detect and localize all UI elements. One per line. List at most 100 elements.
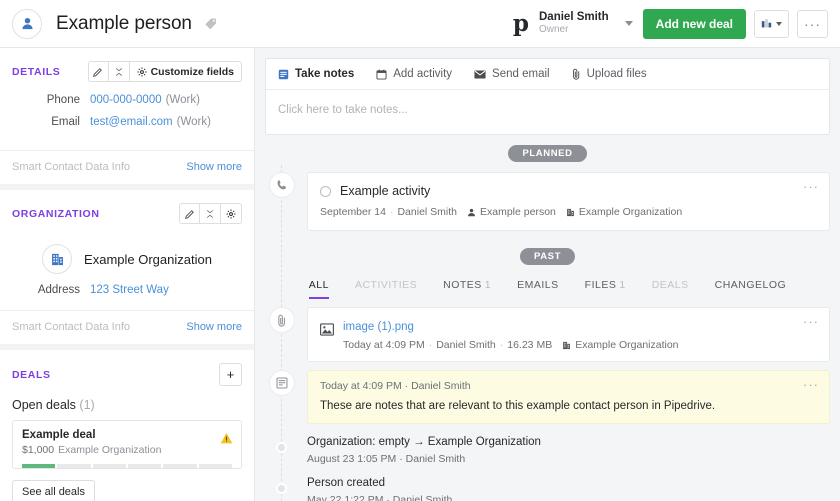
activity-meta: September 14 · Daniel Smith Example pers… — [320, 206, 817, 218]
details-panel-actions: Customize fields — [87, 61, 242, 82]
tab-send-email[interactable]: Send email — [474, 68, 550, 80]
tab-upload-files[interactable]: Upload files — [572, 68, 647, 80]
deal-subtitle: $1,000 Example Organization — [22, 444, 232, 456]
activity-date: September 14 — [320, 206, 386, 218]
edit-organization-button[interactable] — [179, 203, 200, 224]
organization-body: Example Organization Address 123 Street … — [0, 234, 254, 310]
changelog-event-organization: Organization: empty → Example Organizati… — [265, 436, 830, 465]
tab-emails[interactable]: EMAILS — [517, 279, 559, 299]
activity-person-chip[interactable]: Example person — [467, 206, 556, 218]
phone-icon — [277, 180, 286, 190]
field-row-address: Address 123 Street Way — [12, 284, 242, 296]
building-icon — [51, 253, 63, 265]
notes-input[interactable]: Click here to take notes... — [266, 90, 829, 134]
details-show-more-link[interactable]: Show more — [186, 161, 242, 173]
file-card[interactable]: ··· image (1).png Today at 4:09 PM · Dan… — [307, 307, 830, 362]
tab-upload-files-label: Upload files — [586, 68, 647, 80]
file-name-link[interactable]: image (1).png — [343, 321, 414, 333]
tab-send-email-label: Send email — [492, 68, 550, 80]
email-value[interactable]: test@email.com (Work) — [90, 116, 211, 128]
more-options-button[interactable]: ··· — [797, 9, 828, 38]
meta-separator: · — [404, 380, 409, 392]
activity-title: Example activity — [340, 184, 431, 198]
event-bullet — [276, 483, 287, 494]
tab-take-notes[interactable]: Take notes — [278, 68, 354, 80]
deal-card[interactable]: Example deal $1,000 Example Organization — [12, 420, 242, 469]
event-bullet — [276, 442, 287, 453]
activity-card[interactable]: ··· Example activity September 14 · Dani… — [307, 172, 830, 231]
file-size: 16.23 MB — [507, 339, 553, 351]
phone-link[interactable]: 000-000-0000 — [90, 94, 162, 106]
collapse-details-button[interactable] — [108, 61, 130, 82]
user-menu-chevron-down-icon[interactable] — [624, 21, 633, 26]
pencil-icon — [93, 67, 102, 77]
file-more-button[interactable]: ··· — [803, 315, 819, 328]
chart-columns-icon — [761, 19, 772, 28]
note-more-button[interactable]: ··· — [803, 378, 819, 391]
tab-notes-label: NOTES — [443, 279, 482, 291]
tab-files[interactable]: FILES 1 — [585, 279, 626, 299]
email-link[interactable]: test@email.com — [90, 116, 173, 128]
phone-value[interactable]: 000-000-0000 (Work) — [90, 94, 200, 106]
open-deals-heading: Open deals (1) — [12, 396, 242, 420]
collapse-organization-button[interactable] — [200, 203, 221, 224]
edit-details-button[interactable] — [87, 61, 109, 82]
file-thumbnail — [320, 323, 334, 336]
note-text: These are notes that are relevant to thi… — [320, 400, 716, 412]
add-new-deal-button[interactable]: Add new deal — [642, 8, 746, 39]
person-avatar[interactable] — [12, 8, 42, 39]
user-name: Daniel Smith — [539, 11, 609, 24]
tag-icon[interactable] — [204, 17, 218, 31]
tab-add-activity[interactable]: Add activity — [376, 68, 452, 80]
pipedrive-logo: p — [512, 10, 529, 37]
tab-all[interactable]: ALL — [308, 279, 329, 299]
see-all-deals-button[interactable]: See all deals — [12, 480, 95, 501]
gear-icon — [137, 67, 147, 76]
field-row-email: Email test@email.com (Work) — [12, 116, 242, 128]
file-org-chip[interactable]: Example Organization — [562, 339, 679, 351]
event-owner: Daniel Smith — [405, 453, 466, 465]
smart-contact-data-label: Smart Contact Data Info — [12, 321, 130, 333]
tab-changelog[interactable]: CHANGELOG — [715, 279, 787, 299]
user-info[interactable]: Daniel Smith Owner — [539, 11, 609, 36]
past-chip: PAST — [519, 248, 576, 265]
activity-more-button[interactable]: ··· — [803, 180, 819, 193]
customize-fields-button[interactable]: Customize fields — [129, 61, 242, 82]
organization-identity[interactable]: Example Organization — [12, 240, 242, 284]
view-switcher-button[interactable] — [754, 9, 789, 38]
past-chip-row: PAST — [265, 248, 830, 265]
building-icon — [567, 208, 574, 216]
details-fields: Phone 000-000-0000 (Work) Email test@emai… — [0, 92, 254, 150]
organization-panel: ORGANIZATION Example Organization Addres… — [0, 190, 254, 350]
organization-show-more-link[interactable]: Show more — [186, 321, 242, 333]
address-value[interactable]: 123 Street Way — [90, 284, 169, 296]
tab-notes-count: 1 — [484, 279, 492, 291]
address-link[interactable]: 123 Street Way — [90, 284, 169, 296]
deal-title: Example deal — [22, 429, 96, 441]
note-card[interactable]: ··· Today at 4:09 PM · Daniel Smith Thes… — [307, 370, 830, 424]
calendar-icon — [376, 69, 387, 80]
activity-title-row: Example activity — [320, 184, 817, 198]
note-meta: Today at 4:09 PM · Daniel Smith — [320, 380, 817, 392]
tab-deals[interactable]: DEALS — [652, 279, 689, 299]
person-icon — [21, 17, 33, 30]
organization-settings-button[interactable] — [221, 203, 242, 224]
organization-panel-title: ORGANIZATION — [12, 207, 100, 220]
details-panel-title: DETAILS — [12, 65, 61, 78]
organization-smart-data-row: Smart Contact Data Info Show more — [0, 310, 254, 344]
meta-separator: · — [428, 339, 433, 351]
add-deal-button[interactable]: + — [219, 363, 242, 386]
activity-org-chip[interactable]: Example Organization — [566, 206, 682, 218]
file-item: ··· image (1).png Today at 4:09 PM · Dan… — [265, 307, 830, 362]
activity-complete-checkbox[interactable] — [320, 185, 331, 197]
email-suffix: (Work) — [176, 116, 211, 128]
planned-activity-item: ··· Example activity September 14 · Dani… — [265, 172, 830, 231]
tab-activities[interactable]: ACTIVITIES — [355, 279, 417, 299]
file-organization: Example Organization — [575, 339, 679, 351]
user-role: Owner — [539, 24, 569, 36]
organization-name: Example Organization — [84, 251, 212, 267]
tab-notes[interactable]: NOTES 1 — [443, 279, 491, 299]
sidebar: DETAILS Customize fields Phone 000-000-0… — [0, 48, 255, 501]
deals-panel-actions: + — [219, 363, 242, 386]
tab-add-activity-label: Add activity — [393, 68, 453, 80]
